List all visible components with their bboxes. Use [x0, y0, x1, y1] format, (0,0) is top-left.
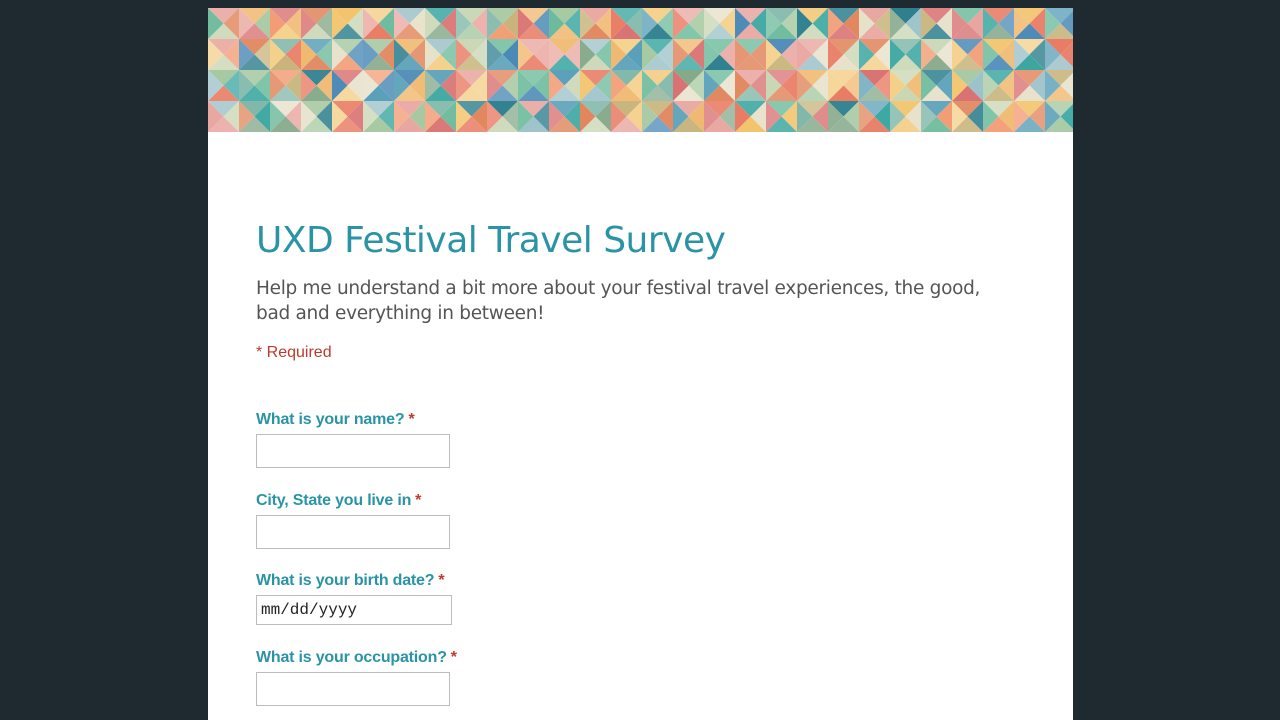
form-title: UXD Festival Travel Survey: [256, 220, 726, 261]
occupation-input[interactable]: [256, 672, 450, 706]
question-label: What is your name? *: [256, 411, 450, 429]
name-input[interactable]: [256, 434, 450, 468]
header-banner-pattern: [208, 8, 1073, 132]
required-star: *: [438, 572, 445, 589]
question-label-text: What is your birth date?: [256, 572, 435, 589]
question-label-text: What is your occupation?: [256, 649, 447, 666]
question-occupation: What is your occupation? *: [256, 649, 457, 706]
question-city-state: City, State you live in *: [256, 492, 450, 549]
question-birth-date: What is your birth date? *: [256, 572, 452, 625]
required-star: *: [450, 649, 457, 666]
birth-date-input[interactable]: [256, 595, 452, 625]
question-label: What is your birth date? *: [256, 572, 452, 590]
question-label-text: What is your name?: [256, 411, 405, 428]
city-state-input[interactable]: [256, 515, 450, 549]
header-banner: [208, 8, 1073, 132]
required-note: * Required: [256, 344, 332, 361]
question-name: What is your name? *: [256, 411, 450, 468]
question-label-text: City, State you live in: [256, 492, 412, 509]
required-star: *: [415, 492, 422, 509]
question-label: City, State you live in *: [256, 492, 450, 510]
required-star: *: [408, 411, 415, 428]
question-label: What is your occupation? *: [256, 649, 457, 667]
form-card: UXD Festival Travel Survey Help me under…: [208, 8, 1073, 720]
form-description: Help me understand a bit more about your…: [256, 278, 981, 324]
